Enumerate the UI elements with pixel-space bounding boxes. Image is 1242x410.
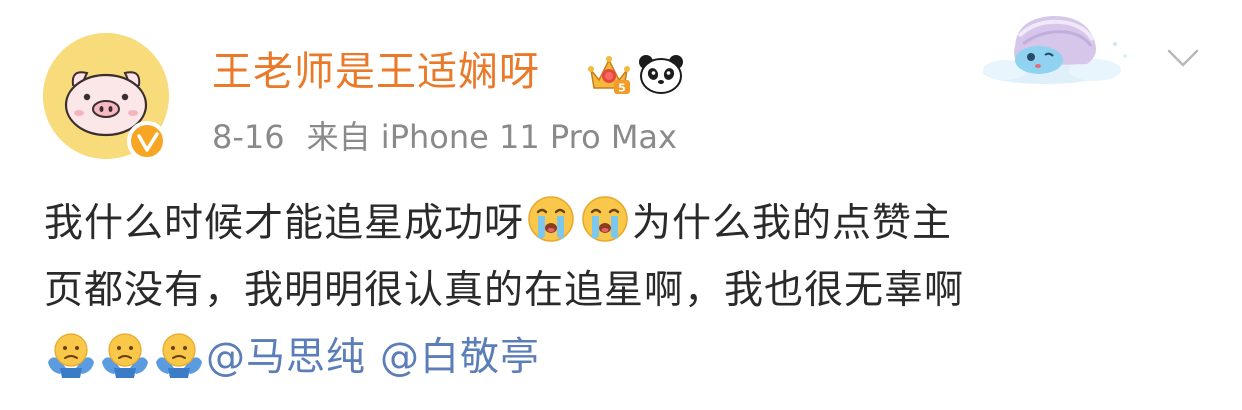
post-content: 我什么时候才能追星成功呀 为什么我的点赞主 页都没有，我明明很认真的在追星啊，我… — [44, 190, 1204, 391]
content-text: 为什么我的点赞主 — [632, 201, 953, 246]
shrug-emoji-icon — [154, 328, 204, 378]
crown-icon: 5 — [588, 56, 630, 95]
content-line-3: @马思纯 @白敬亭 — [44, 324, 1204, 391]
card-decoration — [975, 0, 1143, 90]
verified-check-icon — [137, 132, 159, 152]
post-meta: 8-16 来自 iPhone 11 Pro Max — [212, 112, 677, 162]
mention-link[interactable]: @马思纯 — [206, 335, 366, 380]
username[interactable]: 王老师是王适娴呀 — [212, 42, 540, 102]
crown-level-badge[interactable]: 5 — [586, 52, 632, 96]
verified-badge — [127, 121, 167, 161]
mention-link[interactable]: @白敬亭 — [380, 335, 540, 380]
content-line-1: 我什么时候才能追星成功呀 为什么我的点赞主 — [44, 190, 1204, 257]
shrug-emoji-icon — [46, 328, 96, 378]
content-text: 我什么时候才能追星成功呀 — [44, 201, 525, 246]
content-line-2: 页都没有，我明明很认真的在追星啊，我也很无辜啊 — [44, 257, 1204, 324]
post-source: 来自 iPhone 11 Pro Max — [306, 118, 677, 156]
post-date: 8-16 — [212, 118, 285, 156]
weibo-post: 王老师是王适娴呀 5 8-16 来自 iPhone 11 Pro Max 我什么… — [0, 0, 1242, 410]
chevron-down-icon — [1167, 49, 1199, 67]
content-text: 页都没有，我明明很认真的在追星啊，我也很无辜啊 — [44, 268, 965, 313]
crown-level-text: 5 — [618, 82, 626, 95]
crying-emoji-icon — [580, 194, 630, 244]
cloud-character-icon — [983, 16, 1127, 84]
more-options-button[interactable] — [1166, 46, 1200, 70]
crying-emoji-icon — [526, 194, 576, 244]
panda-badge[interactable] — [637, 53, 685, 95]
panda-icon — [639, 55, 683, 94]
shrug-emoji-icon — [100, 328, 150, 378]
